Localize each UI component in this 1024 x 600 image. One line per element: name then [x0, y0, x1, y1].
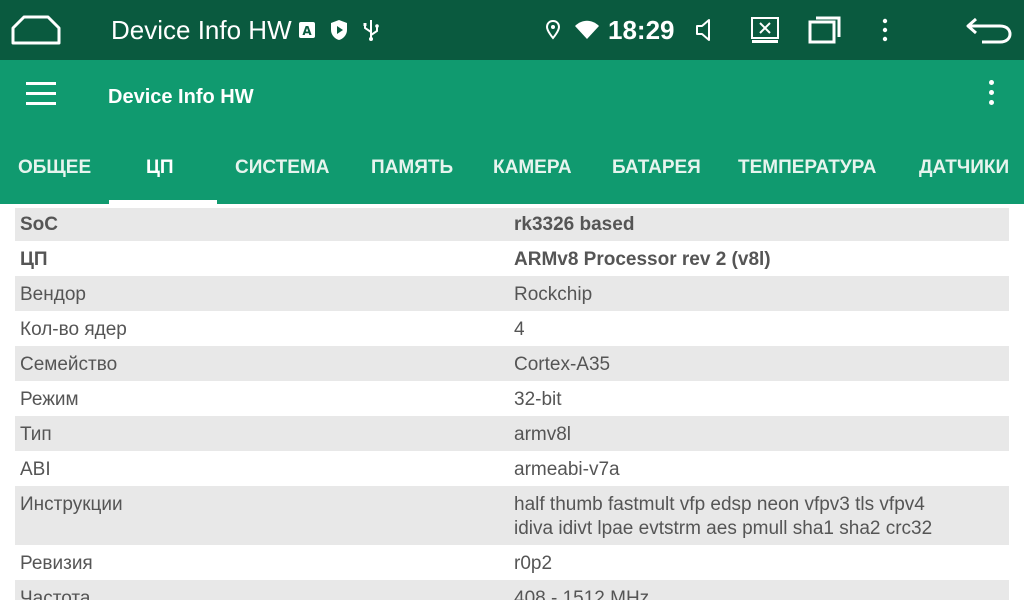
row-value: rk3326 based [514, 214, 635, 235]
tab-bar: ОБЩЕЕ ЦП СИСТЕМА ПАМЯТЬ КАМЕРА БАТАРЕЯ Т… [0, 132, 1024, 204]
row-key: Ревизия [20, 553, 93, 574]
tab-memory[interactable]: ПАМЯТЬ [371, 132, 453, 204]
table-row: Семейство Cortex-A35 [15, 346, 1009, 381]
row-value: half thumb fastmult vfp edsp neon vfpv3 … [514, 494, 925, 515]
tab-battery[interactable]: БАТАРЕЯ [612, 132, 701, 204]
tab-cpu[interactable]: ЦП [146, 132, 174, 204]
tab-system[interactable]: СИСТЕМА [235, 132, 329, 204]
row-key: Семейство [20, 354, 118, 375]
tab-temperature[interactable]: ТЕМПЕРАТУРА [738, 132, 876, 204]
table-row: Кол-во ядер 4 [15, 311, 1009, 346]
hamburger-menu-icon[interactable] [26, 82, 58, 110]
app-bar: Device Info HW [0, 60, 1024, 132]
table-row: ABI armeabi-v7a [15, 451, 1009, 486]
row-value: armv8l [514, 424, 572, 445]
table-row: SoC rk3326 based [15, 208, 1009, 241]
shield-icon [331, 20, 347, 40]
table-row: Тип armv8l [15, 416, 1009, 451]
status-bar-clock: 18:29 [608, 15, 675, 45]
row-value: 4 [514, 319, 525, 340]
table-row: Ревизия r0p2 [15, 545, 1009, 580]
status-bar-app-title: Device Info HW [111, 15, 292, 45]
table-row: ЦП ARMv8 Processor rev 2 (v8l) [15, 241, 1009, 276]
row-key: ЦП [20, 249, 48, 270]
tab-general[interactable]: ОБЩЕЕ [18, 132, 91, 204]
row-key: Режим [20, 389, 79, 410]
row-key: Кол-во ядер [20, 319, 127, 340]
table-row: Вендор Rockchip [15, 276, 1009, 311]
row-key: SoC [20, 214, 58, 235]
row-value: 408 - 1512 MHz [514, 588, 650, 600]
row-value: ARMv8 Processor rev 2 (v8l) [514, 249, 771, 270]
volume-icon[interactable] [694, 16, 716, 44]
home-icon[interactable] [10, 14, 62, 46]
row-value: r0p2 [514, 553, 553, 574]
usb-icon [363, 20, 379, 41]
row-value: armeabi-v7a [514, 459, 620, 480]
overflow-menu-icon[interactable] [980, 80, 1002, 114]
status-bar: Device Info HW A 18:29 [0, 0, 1024, 60]
row-key: Тип [20, 424, 52, 445]
row-value-continued: idiva idivt lpae evtstrm aes pmull sha1 … [514, 518, 933, 539]
cpu-info-list[interactable]: SoC rk3326 based ЦП ARMv8 Processor rev … [0, 204, 1024, 600]
row-value: 32-bit [514, 389, 562, 410]
svg-text:A: A [302, 24, 312, 38]
row-key: Частота [20, 588, 91, 600]
screenshot-icon[interactable] [750, 15, 780, 45]
location-icon [545, 19, 561, 40]
row-key: Инструкции [20, 494, 123, 515]
row-key: ABI [20, 459, 51, 480]
row-key: Вендор [20, 284, 86, 305]
wifi-icon [575, 20, 599, 39]
tab-camera[interactable]: КАМЕРА [493, 132, 572, 204]
row-value: Rockchip [514, 284, 593, 305]
table-row: Режим 32-bit [15, 381, 1009, 416]
more-vert-icon[interactable] [878, 15, 892, 45]
table-row: Инструкции half thumb fastmult vfp edsp … [15, 486, 1009, 545]
row-value: Cortex-A35 [514, 354, 611, 375]
table-row: Частота 408 - 1512 MHz [15, 580, 1009, 600]
recent-apps-icon[interactable] [808, 15, 842, 45]
tab-sensors[interactable]: ДАТЧИКИ [919, 132, 1009, 204]
back-icon[interactable] [964, 15, 1014, 45]
notification-a-icon: A [299, 22, 315, 38]
app-title: Device Info HW [108, 86, 254, 108]
